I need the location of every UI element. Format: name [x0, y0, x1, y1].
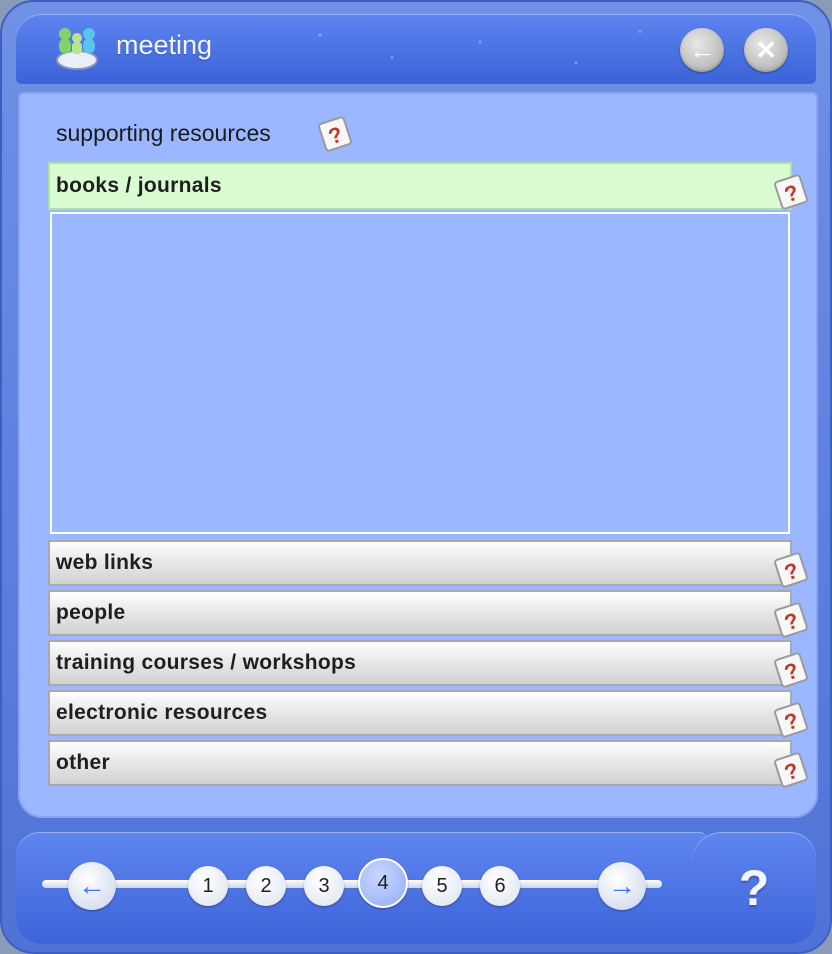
pagination-track	[42, 880, 662, 888]
section-title: supporting resources	[56, 120, 271, 146]
accordion-item-other[interactable]: other ?	[48, 740, 808, 788]
accordion-item-web-links[interactable]: web links ?	[48, 540, 808, 588]
question-mark-tag-icon[interactable]: ?	[772, 700, 810, 740]
page-button-6[interactable]: 6	[480, 866, 520, 906]
next-page-button[interactable]: →	[598, 862, 646, 910]
accordion-item-books-journals[interactable]: books / journals ?	[48, 162, 808, 210]
close-icon: ✕	[755, 34, 777, 65]
question-mark-tag-icon[interactable]: ?	[772, 172, 810, 212]
question-mark-tag-icon[interactable]: ?	[772, 600, 810, 640]
books-journals-content-area[interactable]	[50, 212, 790, 534]
question-mark-tag-icon[interactable]: ?	[772, 650, 810, 690]
accordion-item-label: electronic resources	[56, 701, 268, 724]
resources-panel: supporting resources ? books / journals …	[18, 92, 818, 818]
question-mark-tag-icon[interactable]: ?	[316, 114, 354, 154]
accordion-item-training-courses[interactable]: training courses / workshops ?	[48, 640, 808, 688]
page-button-3[interactable]: 3	[304, 866, 344, 906]
accordion-item-label: training courses / workshops	[56, 651, 357, 674]
window-title: meeting	[116, 30, 213, 60]
close-button[interactable]: ✕	[744, 28, 788, 72]
page-button-2[interactable]: 2	[246, 866, 286, 906]
previous-page-button[interactable]: ←	[68, 862, 116, 910]
back-button[interactable]: ←	[680, 28, 724, 72]
accordion-item-electronic-resources[interactable]: electronic resources ?	[48, 690, 808, 738]
accordion-item-label: books / journals	[56, 174, 222, 197]
arrow-right-icon: →	[608, 870, 636, 901]
arrow-left-icon: ←	[689, 34, 715, 65]
page-button-4-current[interactable]: 4	[358, 858, 408, 908]
pagination-bar: ← 1 2 3 4 5 6 →	[16, 832, 706, 944]
accordion-item-label: web links	[56, 551, 154, 574]
page-button-5[interactable]: 5	[422, 866, 462, 906]
title-bar: meeting ← ✕	[16, 14, 816, 84]
meeting-window: meeting ← ✕ supporting resources ? books…	[0, 0, 832, 954]
help-button[interactable]: ?	[692, 832, 816, 944]
question-mark-tag-icon[interactable]: ?	[772, 750, 810, 790]
accordion-item-label: other	[56, 751, 110, 774]
meeting-people-icon	[56, 28, 98, 70]
arrow-left-icon: ←	[78, 870, 106, 901]
accordion-item-people[interactable]: people ?	[48, 590, 808, 638]
page-button-1[interactable]: 1	[188, 866, 228, 906]
accordion-item-label: people	[56, 601, 126, 624]
question-mark-tag-icon[interactable]: ?	[772, 550, 810, 590]
help-tab: ?	[692, 832, 816, 944]
